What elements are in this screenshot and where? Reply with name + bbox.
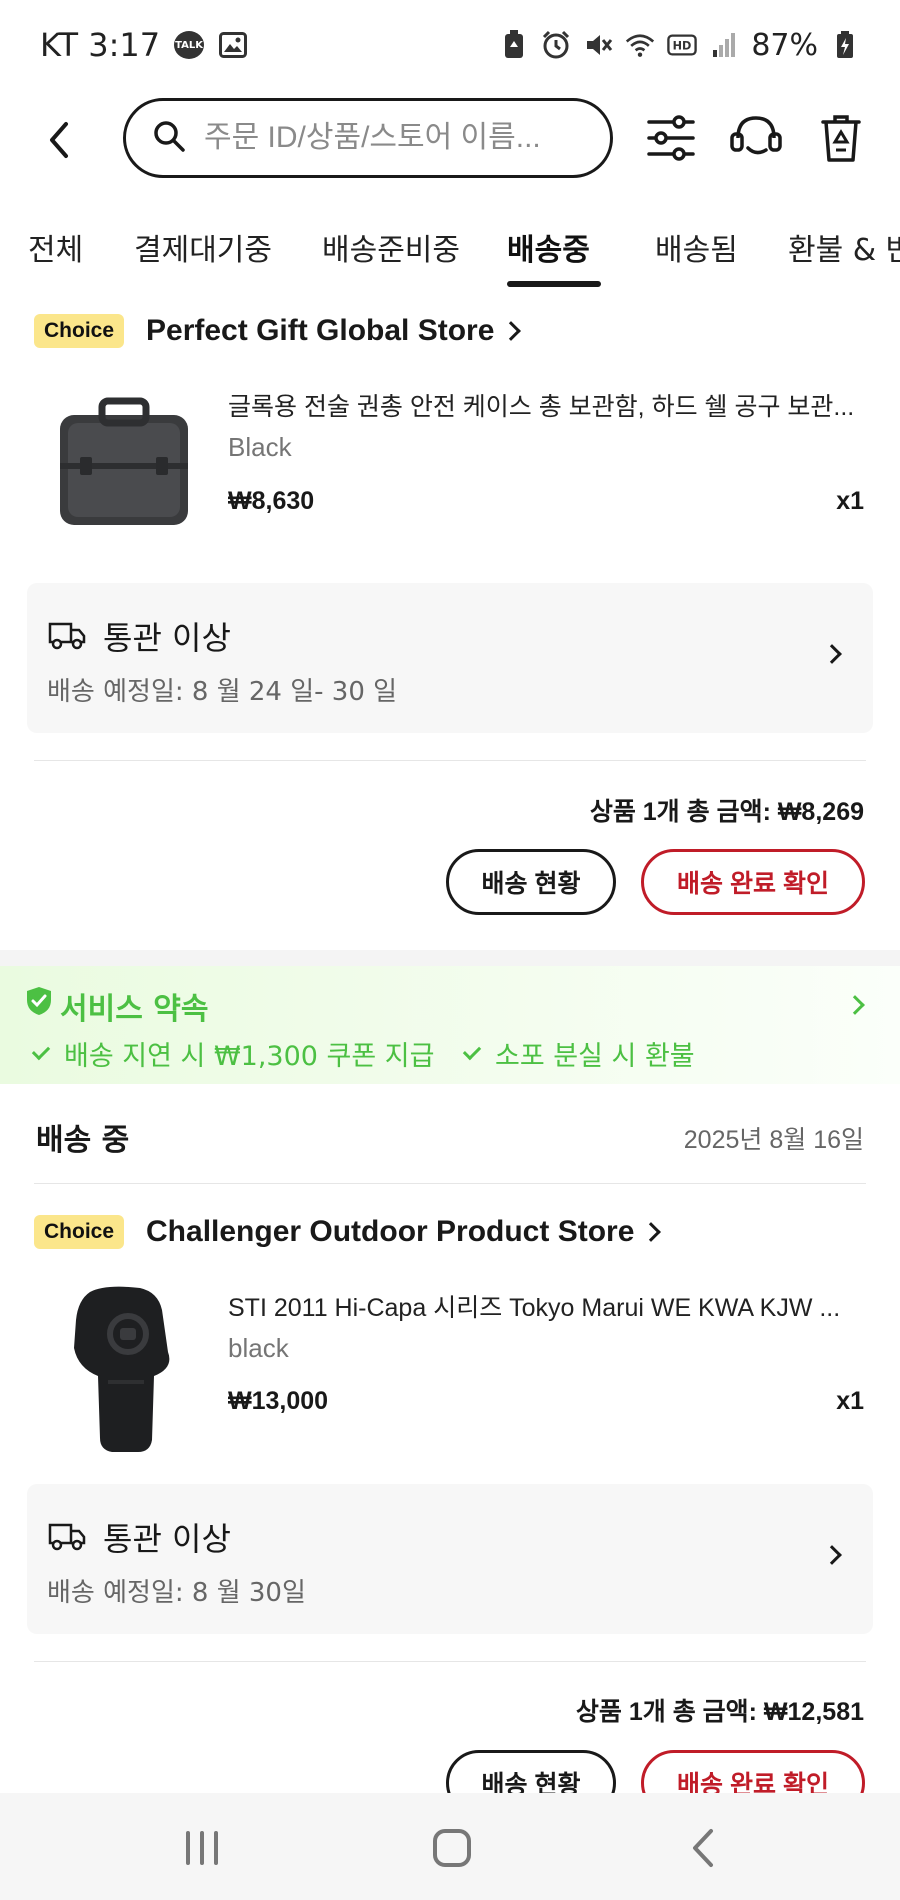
product-price: ₩13,000 — [228, 1387, 329, 1415]
estimated-delivery: 배송 예정일: 8 월 24 일- 30 일 — [47, 677, 398, 707]
promise-item-label: 배송 지연 시 ₩1,300 쿠폰 지급 — [64, 1041, 435, 1072]
product-title[interactable]: 글록용 전술 권총 안전 케이스 총 보관함, 하드 쉘 공구 보관... — [228, 387, 858, 423]
choice-badge: Choice — [34, 314, 125, 348]
product-title[interactable]: STI 2011 Hi-Capa 시리즈 Tokyo Marui WE KWA … — [228, 1288, 858, 1324]
divider — [34, 760, 866, 761]
check-icon — [31, 1041, 51, 1060]
promise-item: 소포 분실 시 환불 — [462, 1034, 695, 1073]
divider — [34, 1183, 866, 1184]
tab-refund-return[interactable]: 환불 & 반 — [788, 225, 900, 269]
chevron-right-icon — [845, 995, 865, 1015]
chevron-right-icon — [822, 644, 842, 664]
chevron-right-icon — [641, 1222, 662, 1242]
signal-icon — [709, 30, 739, 60]
product-variant: Black — [228, 432, 292, 462]
battery-charging-icon — [830, 30, 860, 60]
customer-service-headset-icon[interactable] — [728, 112, 782, 164]
product-thumbnail-gun-case[interactable] — [50, 375, 200, 535]
promise-item-label: 소포 분실 시 환불 — [495, 1041, 695, 1072]
recent-apps-icon[interactable] — [172, 1823, 232, 1873]
shipping-status-text: 통관 이상 — [103, 619, 231, 657]
header — [0, 90, 900, 190]
search-icon — [152, 119, 186, 157]
product-variant: black — [228, 1333, 289, 1363]
promise-item: 배송 지연 시 ₩1,300 쿠폰 지급 — [31, 1034, 435, 1073]
home-icon[interactable] — [422, 1823, 482, 1873]
store-row[interactable]: Choice Challenger Outdoor Product Store — [34, 1215, 662, 1249]
divider — [34, 1661, 866, 1662]
shield-check-icon — [26, 986, 52, 1016]
truck-icon — [47, 1520, 87, 1552]
system-navigation-bar — [0, 1793, 900, 1900]
confirm-delivery-button[interactable]: 배송 완료 확인 — [641, 849, 865, 915]
status-bar: KT 3:17 TALK HD 87% — [0, 0, 900, 90]
wifi-icon — [625, 30, 655, 60]
track-shipment-button[interactable]: 배송 현황 — [446, 849, 616, 915]
store-row[interactable]: Choice Perfect Gift Global Store — [34, 314, 522, 348]
shipping-status-card[interactable]: 통관 이상 배송 예정일: 8 월 30일 — [27, 1484, 873, 1634]
chevron-right-icon — [501, 321, 522, 341]
section-date: 2025년 8월 16일 — [683, 1126, 864, 1154]
hd-voice-icon: HD — [667, 30, 698, 60]
service-promise-banner[interactable]: 서비스 약속 배송 지연 시 ₩1,300 쿠폰 지급 소포 분실 시 환불 — [0, 966, 900, 1084]
mute-icon — [583, 30, 613, 60]
shipping-status-card[interactable]: 통관 이상 배송 예정일: 8 월 24 일- 30 일 — [27, 583, 873, 733]
order-status-tabs: 전체 결제대기중 배송준비중 배송중 배송됨 환불 & 반 — [0, 215, 900, 290]
recycle-notification-icon — [499, 30, 529, 60]
back-nav-icon[interactable] — [675, 1823, 735, 1873]
product-price: ₩8,630 — [228, 487, 315, 515]
store-name[interactable]: Challenger Outdoor Product Store — [146, 1215, 634, 1249]
back-arrow-icon[interactable] — [40, 118, 80, 162]
truck-icon — [47, 619, 87, 651]
search-bar[interactable] — [123, 98, 613, 178]
tab-awaiting-payment[interactable]: 결제대기중 — [134, 225, 272, 269]
battery-percent: 87% — [751, 27, 818, 63]
shipping-status-text: 통관 이상 — [103, 1520, 231, 1558]
tab-delivered[interactable]: 배송됨 — [655, 225, 738, 269]
check-icon — [462, 1041, 482, 1060]
product-quantity: x1 — [836, 1387, 864, 1415]
order-total: 상품 1개 총 금액: ₩8,269 — [589, 798, 864, 826]
chevron-right-icon — [822, 1545, 842, 1565]
service-promise-title: 서비스 약속 — [60, 992, 209, 1027]
tab-in-transit[interactable]: 배송중 — [507, 225, 590, 269]
svg-text:HD: HD — [673, 40, 692, 53]
section-separator — [0, 950, 900, 966]
carrier-time: KT 3:17 — [40, 26, 161, 64]
product-quantity: x1 — [836, 487, 864, 515]
section-title: 배송 중 — [36, 1123, 130, 1158]
order-total: 상품 1개 총 금액: ₩12,581 — [575, 1698, 864, 1726]
estimated-delivery: 배송 예정일: 8 월 30일 — [47, 1578, 306, 1608]
choice-badge: Choice — [34, 1215, 125, 1249]
gallery-icon — [218, 30, 248, 60]
tab-all[interactable]: 전체 — [28, 225, 83, 269]
product-thumbnail-holster[interactable] — [50, 1280, 200, 1452]
recycle-bin-icon[interactable] — [815, 112, 867, 164]
search-input[interactable] — [204, 121, 584, 155]
active-tab-indicator — [507, 281, 601, 287]
tab-preparing-shipment[interactable]: 배송준비중 — [322, 225, 460, 269]
store-name[interactable]: Perfect Gift Global Store — [146, 314, 494, 348]
alarm-icon — [541, 30, 571, 60]
filter-sliders-icon[interactable] — [645, 112, 697, 164]
kakaotalk-icon: TALK — [174, 31, 205, 59]
